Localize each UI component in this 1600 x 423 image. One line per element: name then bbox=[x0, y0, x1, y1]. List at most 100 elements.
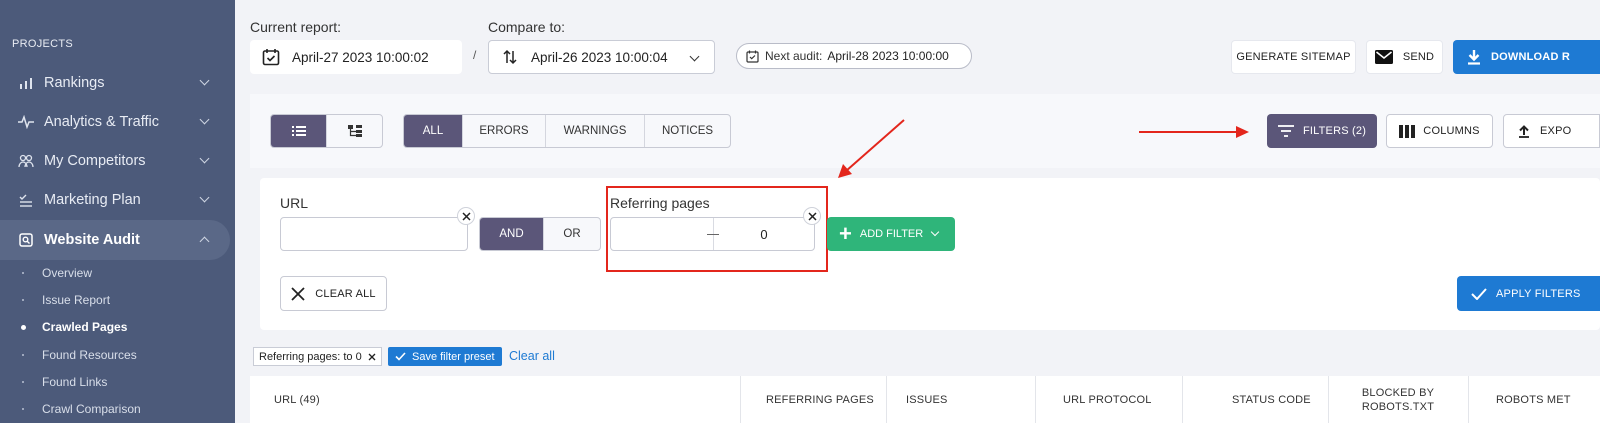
add-filter-button[interactable]: + ADD FILTER bbox=[827, 217, 955, 251]
current-report-label: Current report: bbox=[250, 19, 342, 35]
sidebar-subitem-crawl-comparison[interactable]: Crawl Comparison bbox=[0, 397, 230, 421]
list-view-button[interactable] bbox=[271, 115, 327, 147]
checklist-icon bbox=[18, 192, 34, 208]
chevron-up-icon bbox=[199, 236, 210, 247]
column-header-robots-meta[interactable]: ROBOTS MET bbox=[1496, 394, 1571, 406]
add-filter-label: ADD FILTER bbox=[859, 228, 924, 240]
download-button[interactable]: DOWNLOAD R bbox=[1453, 40, 1600, 74]
apply-filters-label: APPLY FILTERS bbox=[1496, 287, 1581, 300]
clear-all-button[interactable]: CLEAR ALL bbox=[280, 276, 387, 311]
column-divider bbox=[1035, 376, 1036, 423]
columns-button[interactable]: COLUMNS bbox=[1386, 114, 1493, 148]
active-filter-chip[interactable]: Referring pages: to 0 bbox=[253, 347, 382, 366]
column-divider bbox=[1468, 376, 1469, 423]
upload-icon bbox=[1518, 124, 1530, 138]
generate-sitemap-label: GENERATE SITEMAP bbox=[1236, 51, 1351, 63]
pulse-icon bbox=[18, 114, 34, 130]
sidebar-subitem-found-resources[interactable]: Found Resources bbox=[0, 343, 230, 367]
swap-vertical-icon bbox=[501, 48, 519, 66]
filters-label: FILTERS (2) bbox=[1302, 125, 1367, 137]
filters-button[interactable]: FILTERS (2) bbox=[1267, 114, 1377, 148]
save-filter-preset-button[interactable]: Save filter preset bbox=[388, 347, 502, 366]
sidebar-subitem-issue-report[interactable]: Issue Report bbox=[0, 288, 230, 312]
remove-url-filter-button[interactable] bbox=[457, 207, 475, 225]
clear-all-link[interactable]: Clear all bbox=[509, 349, 555, 363]
next-audit-value: April-28 2023 10:00:00 bbox=[827, 49, 949, 63]
tab-notices[interactable]: NOTICES bbox=[645, 115, 730, 147]
issue-type-tabs: ALL ERRORS WARNINGS NOTICES bbox=[403, 114, 731, 148]
columns-label: COLUMNS bbox=[1423, 125, 1480, 137]
active-filter-chip-label: Referring pages: to 0 bbox=[259, 350, 362, 363]
next-audit-label: Next audit: bbox=[765, 49, 823, 63]
view-toggle bbox=[270, 114, 383, 148]
save-filter-preset-label: Save filter preset bbox=[412, 350, 495, 363]
compare-to-label: Compare to: bbox=[488, 19, 566, 35]
or-button[interactable]: OR bbox=[544, 218, 600, 250]
envelope-icon bbox=[1374, 50, 1393, 64]
url-filter-input[interactable] bbox=[280, 217, 468, 251]
export-button[interactable]: EXPO bbox=[1503, 114, 1600, 148]
columns-icon bbox=[1399, 124, 1416, 138]
download-label: DOWNLOAD R bbox=[1491, 51, 1570, 63]
column-divider bbox=[740, 376, 741, 423]
users-icon bbox=[18, 153, 34, 169]
export-label: EXPO bbox=[1540, 125, 1572, 137]
sidebar-item-rankings[interactable]: Rankings bbox=[0, 63, 230, 103]
column-divider bbox=[1182, 376, 1183, 423]
column-header-status-code[interactable]: STATUS CODE bbox=[1232, 394, 1311, 406]
apply-filters-button[interactable]: APPLY FILTERS bbox=[1457, 276, 1600, 311]
sidebar-item-label: My Competitors bbox=[44, 153, 146, 169]
current-report-picker[interactable]: April-27 2023 10:00:02 bbox=[250, 40, 462, 74]
filter-icon bbox=[1277, 125, 1294, 137]
column-divider bbox=[886, 376, 887, 423]
send-label: SEND bbox=[1402, 51, 1435, 63]
sidebar-subitem-crawled-pages[interactable]: Crawled Pages bbox=[0, 315, 230, 339]
chevron-down-icon bbox=[199, 153, 210, 164]
chevron-down-icon bbox=[689, 51, 700, 62]
column-header-referring-pages[interactable]: REFERRING PAGES bbox=[766, 394, 874, 406]
column-header-url-protocol[interactable]: URL PROTOCOL bbox=[1063, 394, 1152, 406]
tab-errors[interactable]: ERRORS bbox=[463, 115, 546, 147]
close-icon bbox=[291, 286, 305, 301]
column-header-url[interactable]: URL (49) bbox=[274, 394, 320, 406]
close-icon[interactable] bbox=[368, 353, 376, 361]
sidebar-subitem-overview[interactable]: Overview bbox=[0, 261, 230, 285]
tree-icon bbox=[347, 125, 362, 137]
date-separator: / bbox=[473, 48, 477, 62]
calendar-check-icon bbox=[746, 50, 759, 63]
checkmark-icon bbox=[395, 352, 406, 361]
checkmark-icon bbox=[1471, 287, 1487, 300]
column-header-blocked-by-robots[interactable]: BLOCKED BY ROBOTS.TXT bbox=[1358, 386, 1438, 414]
list-icon bbox=[291, 126, 306, 136]
table-header: URL (49) REFERRING PAGES ISSUES URL PROT… bbox=[250, 376, 1600, 423]
compare-to-value: April-26 2023 10:00:04 bbox=[531, 49, 668, 65]
audit-icon bbox=[18, 232, 34, 248]
sidebar-item-marketing-plan[interactable]: Marketing Plan bbox=[0, 180, 230, 220]
chevron-down-icon bbox=[199, 114, 210, 125]
chevron-down-icon bbox=[199, 75, 210, 86]
bar-chart-icon bbox=[18, 75, 34, 91]
send-button[interactable]: SEND bbox=[1366, 40, 1443, 74]
filter-panel bbox=[260, 178, 1600, 330]
sidebar-item-label: Website Audit bbox=[44, 232, 140, 248]
tab-all[interactable]: ALL bbox=[404, 115, 463, 147]
tree-view-button[interactable] bbox=[327, 115, 382, 147]
sidebar-item-competitors[interactable]: My Competitors bbox=[0, 141, 230, 181]
calendar-check-icon bbox=[262, 48, 280, 66]
sidebar-item-website-audit[interactable]: Website Audit bbox=[0, 220, 230, 260]
sidebar-item-analytics[interactable]: Analytics & Traffic bbox=[0, 102, 230, 142]
column-header-issues[interactable]: ISSUES bbox=[906, 394, 948, 406]
clear-all-label: CLEAR ALL bbox=[315, 287, 376, 300]
sidebar: PROJECTS Rankings Analytics & Traffic My… bbox=[0, 0, 235, 423]
tab-warnings[interactable]: WARNINGS bbox=[546, 115, 645, 147]
plus-icon: + bbox=[839, 221, 852, 246]
sidebar-subitem-found-links[interactable]: Found Links bbox=[0, 370, 230, 394]
sidebar-section-title: PROJECTS bbox=[12, 38, 74, 50]
chevron-down-icon bbox=[930, 227, 940, 237]
compare-to-select[interactable]: April-26 2023 10:00:04 bbox=[488, 40, 715, 74]
and-button[interactable]: AND bbox=[480, 218, 544, 250]
and-or-toggle: AND OR bbox=[479, 217, 601, 251]
close-icon bbox=[461, 211, 471, 221]
annotation-highlight-box bbox=[606, 186, 828, 272]
generate-sitemap-button[interactable]: GENERATE SITEMAP bbox=[1231, 40, 1356, 74]
